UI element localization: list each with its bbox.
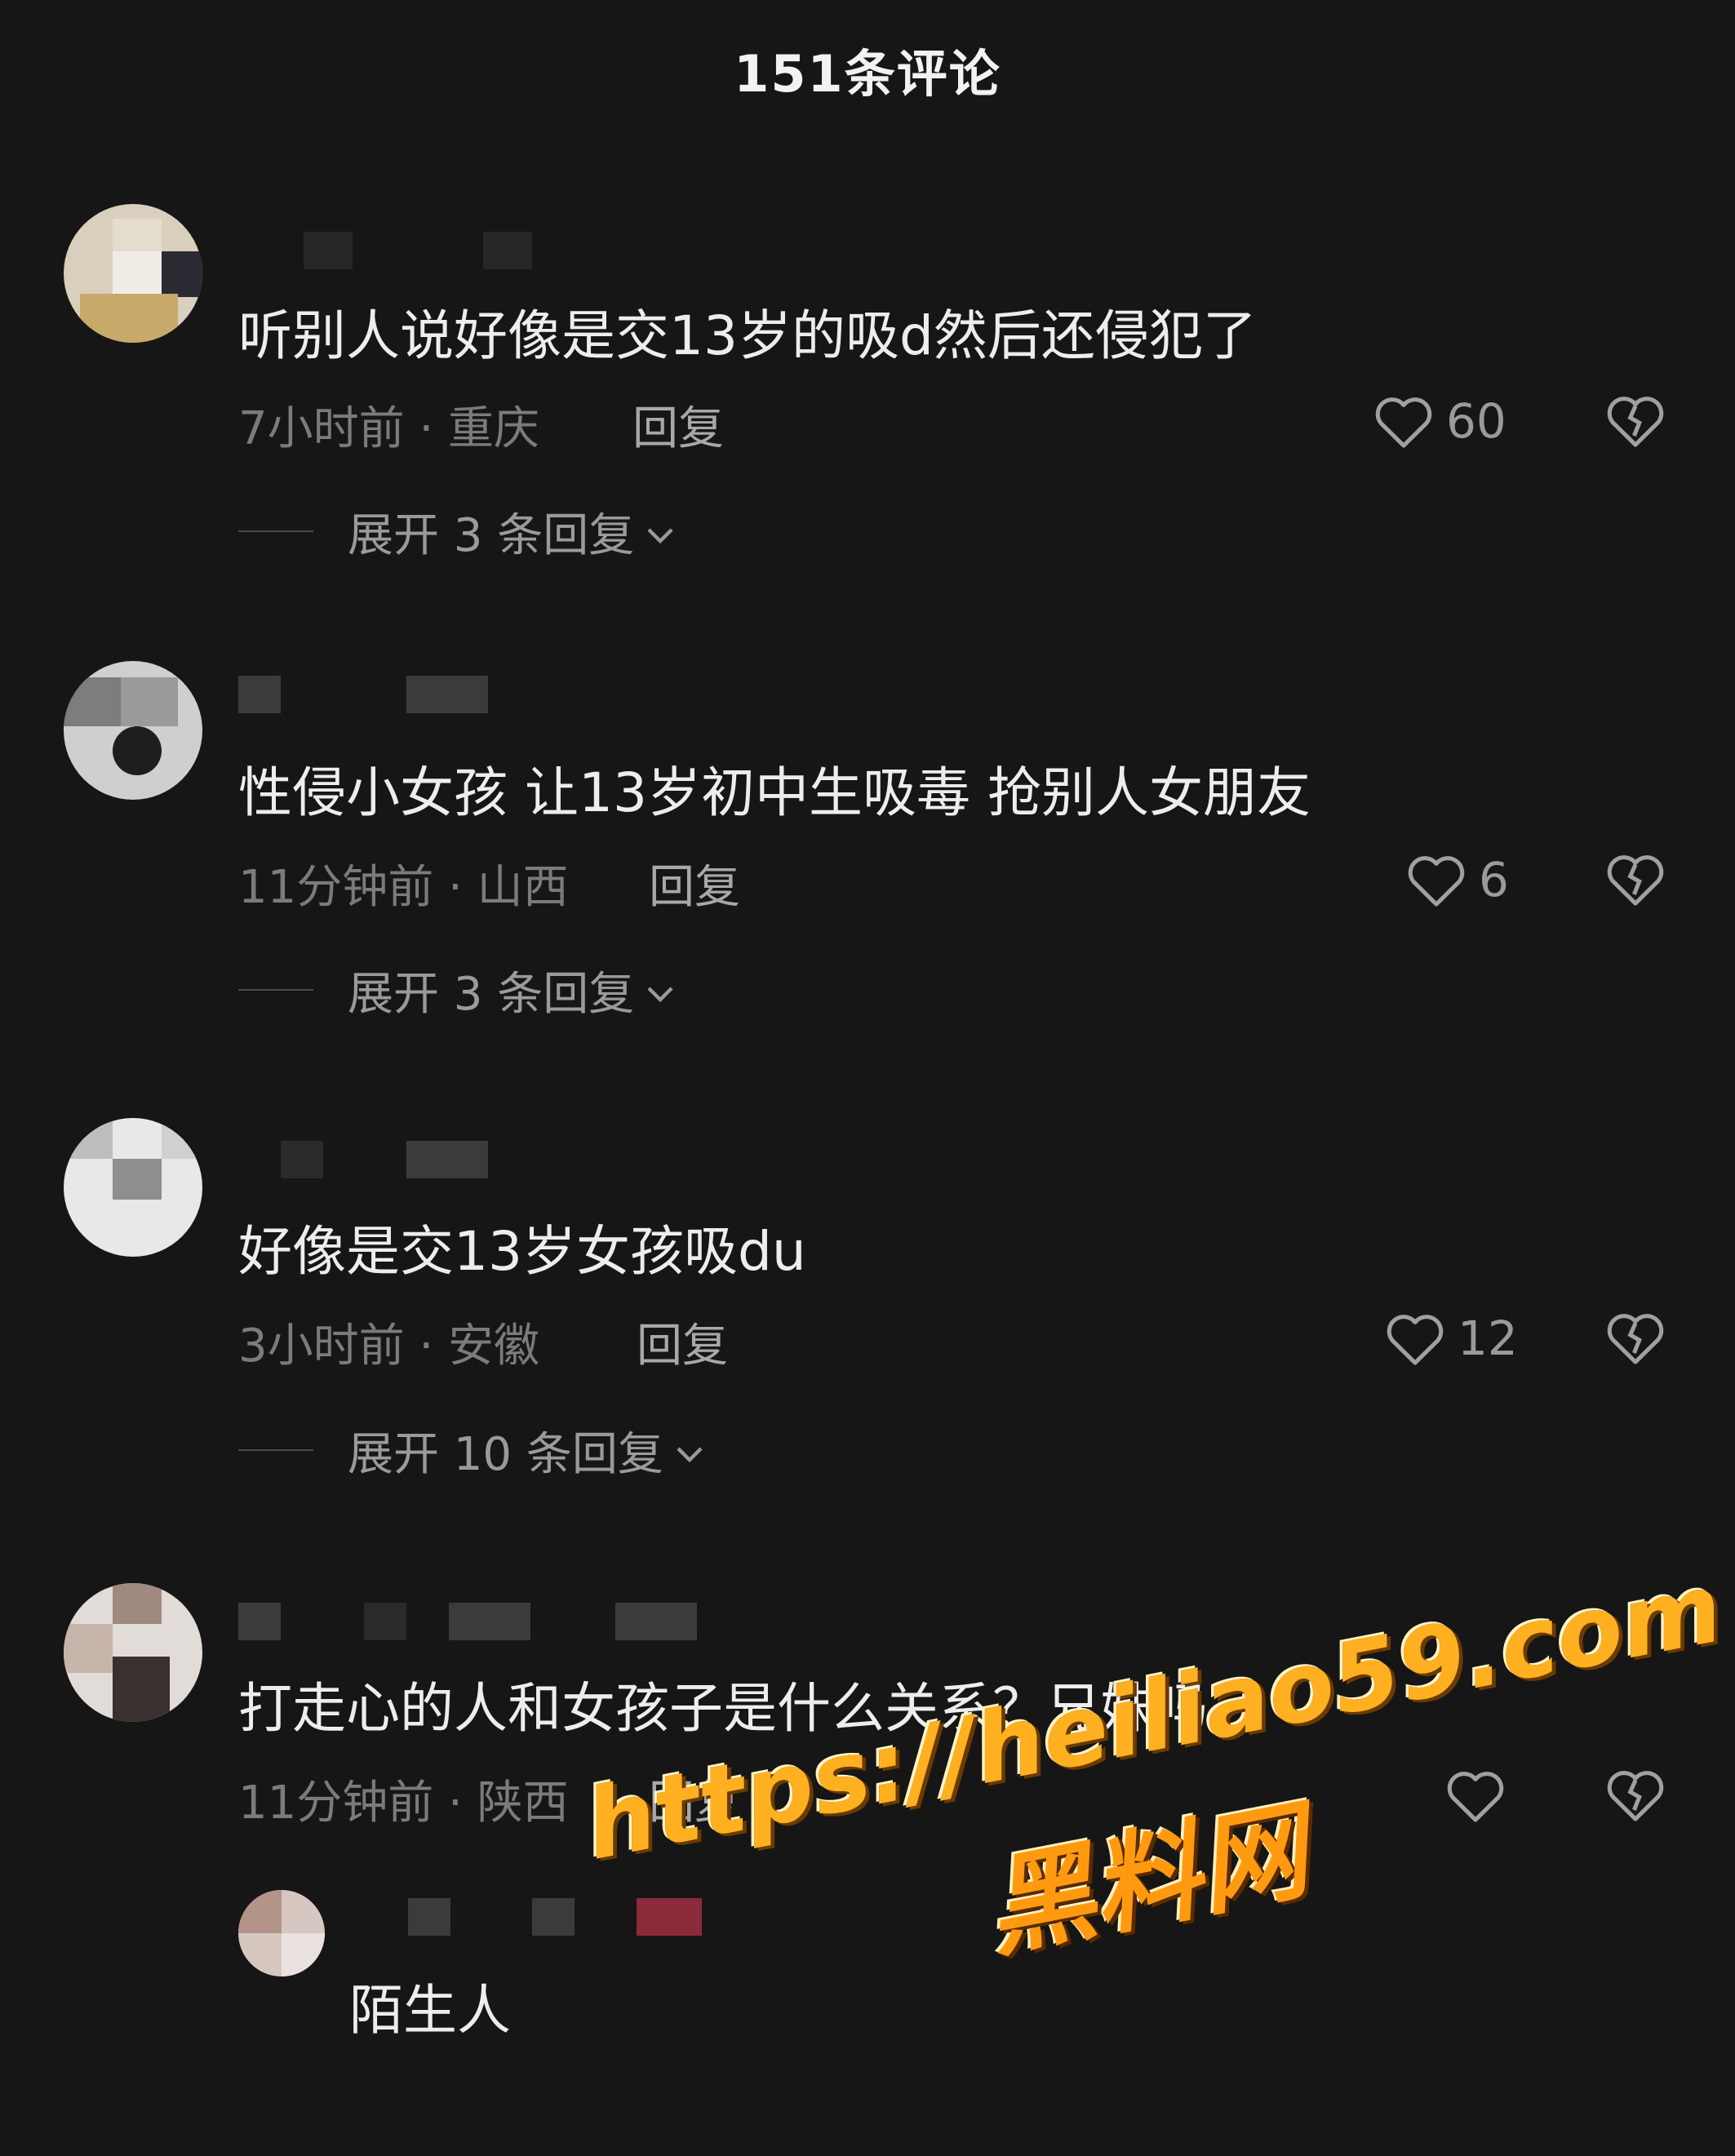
reply-button[interactable]: 回复 (632, 392, 724, 458)
username-redacted[interactable] (238, 1134, 728, 1183)
chevron-down-icon (644, 505, 677, 558)
heart-icon (1373, 393, 1435, 450)
expand-label: 展开 3 条回复 (348, 967, 635, 1021)
chevron-down-icon (644, 964, 677, 1017)
username-redacted[interactable] (238, 225, 728, 274)
divider (238, 530, 313, 532)
like-button[interactable]: 6 (1405, 847, 1509, 912)
sub-reply-text: 陌生人 (349, 1979, 511, 2042)
comment-text: 听别人说好像是交13岁的吸d然后还侵犯了 (238, 304, 1257, 367)
expand-label: 展开 3 条回复 (348, 508, 635, 562)
dislike-button[interactable] (1604, 850, 1666, 907)
reply-button[interactable]: 回复 (637, 1309, 728, 1375)
comment-time-location: 11分钟前 · 陕西 (238, 1777, 569, 1830)
comment-text: 性侵小女孩 让13岁初中生吸毒 抢别人女朋友 (238, 761, 1311, 824)
comment-time-location: 3小时前 · 安徽 (238, 1320, 540, 1373)
broken-heart-icon (1604, 850, 1666, 907)
dislike-button[interactable] (1604, 1309, 1666, 1366)
expand-replies[interactable]: 展开 3 条回复 (238, 961, 677, 1021)
like-button[interactable]: 12 (1384, 1306, 1518, 1371)
like-button[interactable]: 60 (1373, 388, 1506, 454)
expand-replies[interactable]: 展开 10 条回复 (238, 1422, 706, 1481)
broken-heart-icon (1604, 392, 1666, 449)
expand-replies[interactable]: 展开 3 条回复 (238, 503, 677, 562)
comments-header-title: 151条评论 (734, 44, 1001, 104)
sub-reply-avatar[interactable] (238, 1890, 325, 1976)
broken-heart-icon (1604, 1309, 1666, 1366)
heart-icon (1405, 851, 1467, 908)
username-redacted[interactable] (238, 1596, 810, 1645)
username-redacted[interactable] (238, 669, 728, 718)
divider (238, 989, 313, 991)
heart-icon (1384, 1310, 1446, 1367)
comment-item: 听别人说好像是交13岁的吸d然后还侵犯了 7小时前 · 重庆 回复 60 展开 … (0, 196, 1735, 637)
divider (238, 1449, 313, 1451)
like-count: 60 (1446, 393, 1506, 449)
comment-text: 好像是交13岁女孩吸du (238, 1220, 806, 1283)
comment-item: 性侵小女孩 让13岁初中生吸毒 抢别人女朋友 11分钟前 · 山西 回复 6 展… (0, 653, 1735, 1094)
like-count: 6 (1479, 852, 1509, 907)
chevron-down-icon (673, 1424, 706, 1477)
avatar[interactable] (64, 1118, 202, 1257)
avatar[interactable] (64, 204, 202, 343)
comment-time-location: 11分钟前 · 山西 (238, 861, 569, 914)
avatar[interactable] (64, 1583, 202, 1722)
avatar[interactable] (64, 661, 202, 800)
dislike-button[interactable] (1604, 392, 1666, 449)
like-count: 12 (1458, 1311, 1518, 1366)
comment-item: 好像是交13岁女孩吸du 3小时前 · 安徽 回复 12 展开 10 条回复 (0, 1110, 1735, 1550)
expand-label: 展开 10 条回复 (348, 1427, 663, 1481)
reply-button[interactable]: 回复 (649, 850, 740, 916)
comment-time-location: 7小时前 · 重庆 (238, 402, 540, 455)
